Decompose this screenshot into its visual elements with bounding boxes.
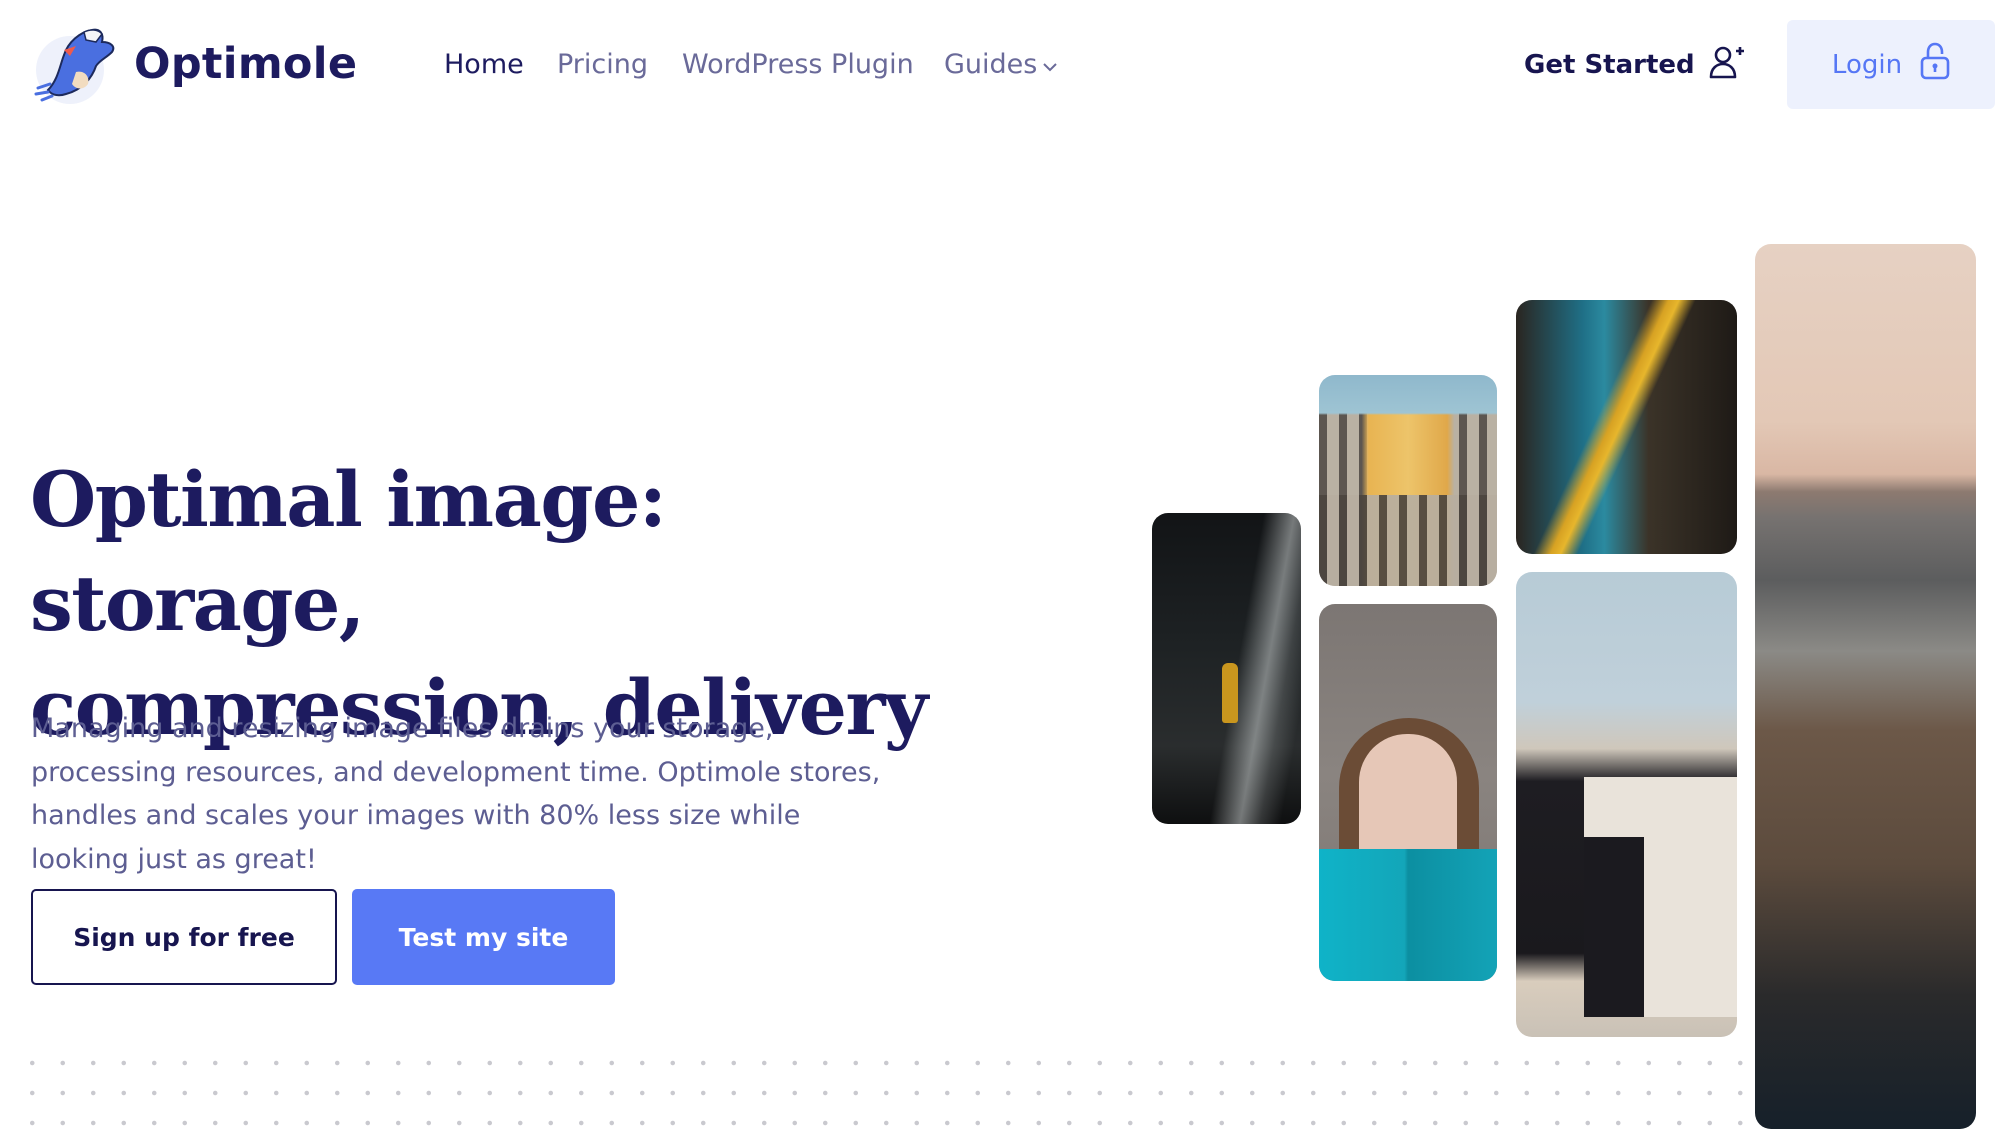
hiker-figure [1222,663,1238,723]
gallery-image-building [1319,375,1497,586]
nav-home[interactable]: Home [444,47,524,83]
gallery-image-train [1516,300,1737,554]
gallery-image-coastline [1755,244,1976,1129]
gallery-image-waterfall [1152,513,1301,824]
gallery-image-woman-book [1319,604,1497,981]
overpass-pillar [1584,777,1737,1017]
nav-guides[interactable]: Guides [944,47,1037,83]
login-label: Login [1831,49,1903,80]
hero-description: Managing and resizing image files drains… [31,713,881,875]
chevron-down-icon[interactable] [1042,57,1058,72]
lock-open-icon [1920,42,1950,87]
get-started-label: Get Started [1524,50,1695,80]
login-button[interactable]: Login [1787,20,1995,109]
headline-line-1: Optimal image: storage, [30,455,667,648]
building-windows [1319,495,1497,586]
get-started-link[interactable]: Get Started [1524,45,1747,85]
teal-book [1319,849,1497,981]
user-plus-icon [1709,44,1747,87]
dot-pattern-decoration [20,1048,1760,1138]
logo-mole-icon[interactable] [30,20,126,106]
nav-pricing[interactable]: Pricing [557,47,648,83]
nav-wordpress-plugin[interactable]: WordPress Plugin [682,47,914,83]
brand-name[interactable]: Optimole [134,36,357,92]
signup-button[interactable]: Sign up for free [31,889,337,985]
gallery-image-overpass [1516,572,1737,1037]
test-site-button[interactable]: Test my site [352,889,615,985]
